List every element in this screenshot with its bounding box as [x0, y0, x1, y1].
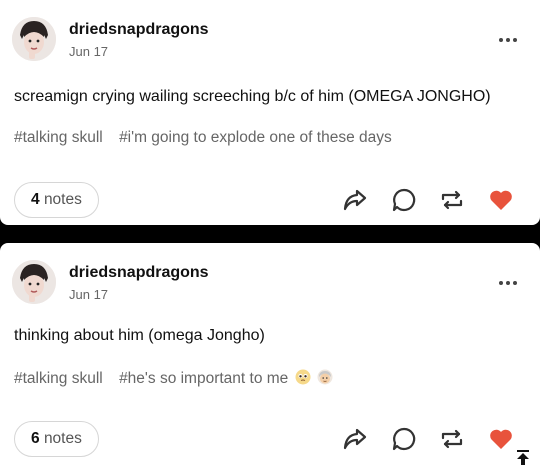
notes-label: notes: [43, 430, 82, 447]
more-options-icon[interactable]: [498, 274, 518, 285]
tag-link[interactable]: #he's so important to me: [119, 370, 288, 387]
post-actions: [340, 426, 520, 452]
post-card: driedsnapdragons Jun 17 screamign crying…: [0, 0, 540, 225]
post-username[interactable]: driedsnapdragons: [69, 264, 209, 282]
share-icon[interactable]: [342, 426, 368, 452]
notes-button[interactable]: 6 notes: [14, 421, 99, 457]
avatar[interactable]: [12, 260, 56, 304]
notes-count: 4: [31, 191, 40, 208]
notes-count: 6: [31, 430, 40, 447]
share-icon[interactable]: [342, 187, 368, 213]
tag-link[interactable]: #talking skull: [14, 370, 103, 387]
avatar[interactable]: [12, 17, 56, 61]
reblog-icon[interactable]: [439, 426, 465, 452]
scroll-to-top-icon[interactable]: [514, 449, 532, 465]
reply-icon[interactable]: [391, 426, 417, 452]
post-body: thinking about him (omega Jongho): [14, 327, 265, 344]
tag-link[interactable]: #talking skull: [14, 129, 103, 146]
heart-icon[interactable]: [488, 187, 514, 213]
post-tags: #talking skull #i'm going to explode one…: [14, 129, 404, 147]
reblog-icon[interactable]: [439, 187, 465, 213]
post-body: screamign crying wailing screeching b/c …: [14, 88, 491, 105]
more-options-icon[interactable]: [498, 31, 518, 42]
post-username[interactable]: driedsnapdragons: [69, 21, 209, 39]
post-actions: [340, 187, 520, 213]
tag-link[interactable]: #i'm going to explode one of these days: [119, 129, 392, 146]
notes-button[interactable]: 4 notes: [14, 182, 99, 218]
post-date[interactable]: Jun 17: [69, 44, 108, 59]
heart-icon[interactable]: [488, 426, 514, 452]
reply-icon[interactable]: [391, 187, 417, 213]
notes-label: notes: [43, 191, 82, 208]
old-person-emoji-icon: [317, 369, 333, 385]
post-card: driedsnapdragons Jun 17 thinking about h…: [0, 243, 540, 465]
post-tags: #talking skull #he's so important to me: [14, 369, 333, 388]
post-date[interactable]: Jun 17: [69, 287, 108, 302]
pleading-face-emoji-icon: [295, 369, 311, 385]
